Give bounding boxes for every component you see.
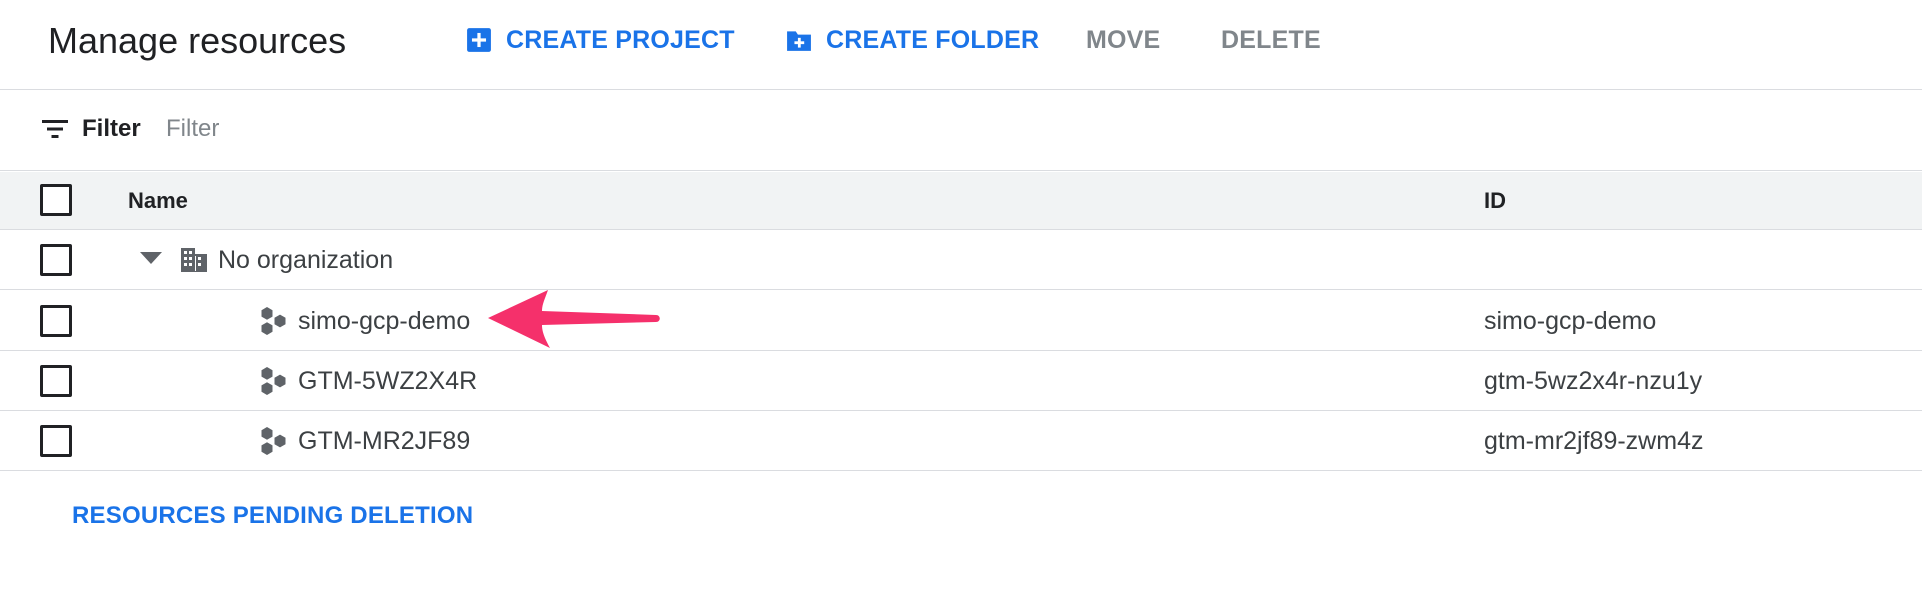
organization-name[interactable]: No organization bbox=[218, 246, 393, 275]
page-title: Manage resources bbox=[48, 20, 347, 61]
row-checkbox[interactable] bbox=[40, 244, 72, 276]
select-all-checkbox[interactable] bbox=[40, 184, 72, 216]
filter-label: Filter bbox=[82, 115, 141, 142]
move-label: MOVE bbox=[1086, 25, 1161, 54]
project-name-link[interactable]: simo-gcp-demo bbox=[298, 307, 470, 336]
column-header-id[interactable]: ID bbox=[1484, 188, 1506, 214]
create-folder-label: CREATE FOLDER bbox=[826, 25, 1040, 54]
project-name-link[interactable]: GTM-5WZ2X4R bbox=[298, 367, 477, 396]
annotation-arrow-icon bbox=[488, 290, 660, 348]
add-box-icon bbox=[467, 28, 491, 52]
row-checkbox[interactable] bbox=[40, 365, 72, 397]
row-checkbox[interactable] bbox=[40, 305, 72, 337]
project-icon bbox=[261, 367, 286, 395]
move-button[interactable]: MOVE bbox=[1086, 22, 1160, 58]
table-row-organization[interactable]: No organization bbox=[0, 230, 1922, 290]
table-row[interactable]: simo-gcp-demo simo-gcp-demo bbox=[0, 291, 1922, 351]
filter-input[interactable] bbox=[166, 112, 866, 146]
project-id: simo-gcp-demo bbox=[1484, 307, 1657, 335]
filter-list-icon[interactable] bbox=[42, 119, 68, 139]
resources-pending-deletion-link[interactable]: RESOURCES PENDING DELETION bbox=[72, 502, 473, 530]
delete-button[interactable]: DELETE bbox=[1221, 22, 1321, 58]
column-header-name[interactable]: Name bbox=[128, 188, 188, 214]
project-id: gtm-5wz2x4r-nzu1y bbox=[1484, 367, 1703, 395]
row-checkbox[interactable] bbox=[40, 425, 72, 457]
expand-caret-icon[interactable] bbox=[139, 250, 163, 266]
create-folder-icon bbox=[787, 31, 811, 51]
create-folder-button[interactable]: CREATE FOLDER bbox=[786, 22, 1039, 58]
filter-bar: Filter bbox=[0, 90, 1922, 171]
organization-icon bbox=[181, 248, 207, 272]
create-project-label: CREATE PROJECT bbox=[506, 25, 735, 54]
create-project-button[interactable]: CREATE PROJECT bbox=[466, 22, 735, 58]
project-icon bbox=[261, 307, 286, 335]
table-header: Name ID bbox=[0, 172, 1922, 230]
project-name-link[interactable]: GTM-MR2JF89 bbox=[298, 427, 470, 456]
project-id: gtm-mr2jf89-zwm4z bbox=[1484, 427, 1704, 455]
project-icon bbox=[261, 427, 286, 455]
table-row[interactable]: GTM-5WZ2X4R gtm-5wz2x4r-nzu1y bbox=[0, 351, 1922, 411]
table-row[interactable]: GTM-MR2JF89 gtm-mr2jf89-zwm4z bbox=[0, 411, 1922, 471]
delete-label: DELETE bbox=[1221, 25, 1321, 54]
action-bar: Manage resources CREATE PROJECT CREATE F… bbox=[0, 0, 1922, 90]
